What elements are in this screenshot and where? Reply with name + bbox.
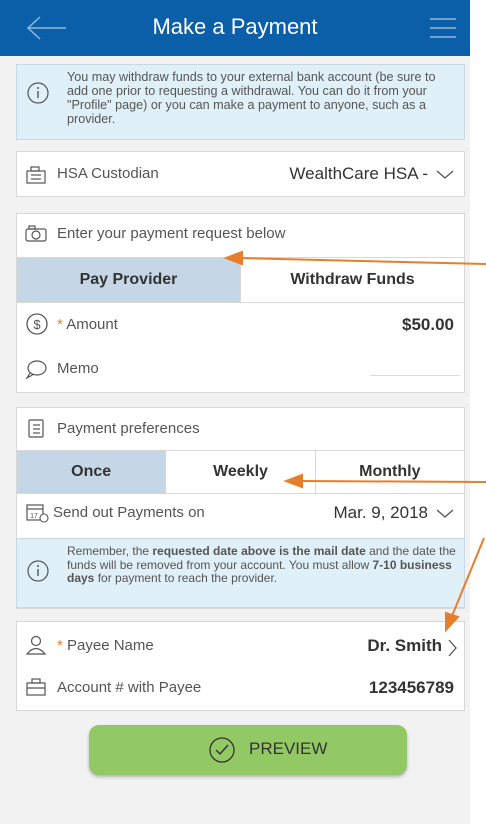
annotation-arrows (223, 250, 486, 633)
annotation-arrow-icon (223, 250, 486, 633)
